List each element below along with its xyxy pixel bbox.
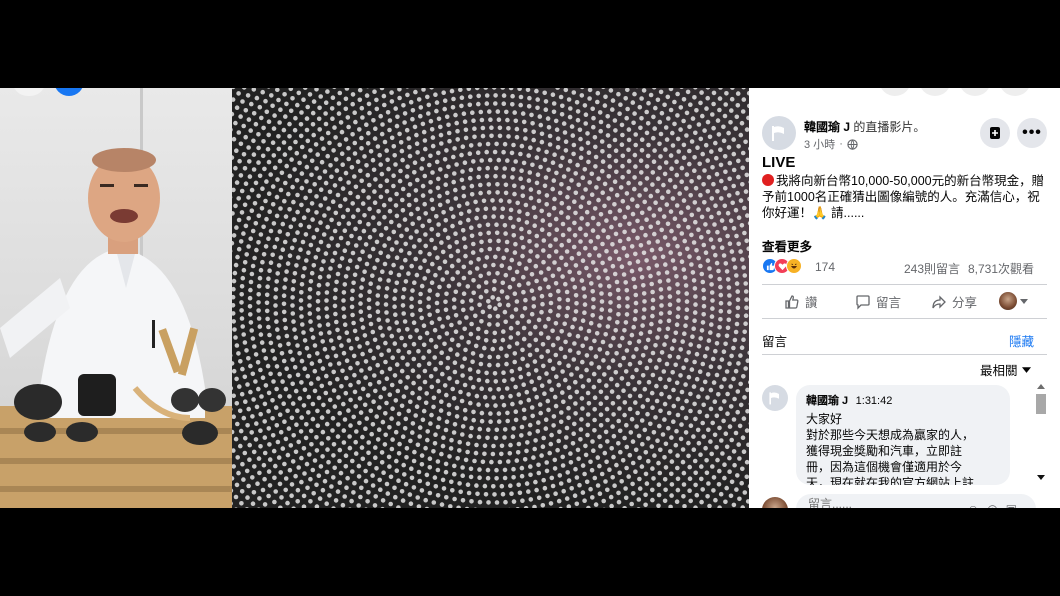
caret-down-icon <box>1021 367 1031 373</box>
reaction-icons[interactable] <box>762 258 802 274</box>
comments-label: 留言 <box>762 335 788 349</box>
comments-scrollbar[interactable] <box>1035 384 1047 480</box>
flag-icon <box>769 392 779 405</box>
comment-button[interactable]: 留言 <box>855 292 901 311</box>
like-label: 讚 <box>805 296 818 310</box>
globe-icon <box>847 138 858 150</box>
like-button[interactable]: 讚 <box>784 292 818 311</box>
author-avatar[interactable] <box>762 116 796 150</box>
webcam-feed <box>0 88 232 508</box>
letterbox-bottom <box>0 508 1060 596</box>
live-label: LIVE <box>762 154 796 171</box>
more-options-button[interactable]: ••• <box>1017 118 1047 148</box>
comment-bubble: 韓國瑜 J 1:31:42 大家好 對於那些今天想成為贏家的人， 獲得現金獎勵和… <box>796 385 1010 485</box>
post-body-text: 我將向新台幣10,000-50,000元的新台幣現金，贈予前1000名正確猜出圖… <box>762 174 1045 220</box>
post-meta: 3 小時 · <box>804 136 858 152</box>
post-time[interactable]: 3 小時 <box>804 136 835 152</box>
caret-down-icon <box>1020 299 1028 304</box>
composer-avatar <box>762 497 788 508</box>
comment-text: 大家好 對於那些今天想成為贏家的人， 獲得現金獎勵和汽車，立即註 冊，因為這個機… <box>806 412 975 485</box>
more-icon: ••• <box>1022 124 1042 141</box>
comments-divider <box>762 354 1047 355</box>
comment-time[interactable]: 1:31:42 <box>856 395 893 407</box>
react-as-selector[interactable] <box>999 292 1028 310</box>
flag-icon <box>772 126 784 141</box>
scroll-down-arrow[interactable] <box>1037 475 1045 480</box>
reaction-count[interactable]: 174 <box>815 260 835 274</box>
see-more-link[interactable]: 查看更多 <box>762 236 812 255</box>
speech-bubble-icon <box>856 294 870 310</box>
share-label: 分享 <box>952 296 978 310</box>
post-author-line: 韓國瑜 J 的直播影片。 <box>804 118 925 135</box>
save-button[interactable] <box>980 118 1010 148</box>
post-stats: 174 243則留言 8,731次觀看 <box>762 258 1052 276</box>
comment-label: 留言 <box>876 296 902 310</box>
comment-composer: ☺ ◎ ▣ <box>762 494 1052 508</box>
post-panel: 韓國瑜 J 的直播影片。 3 小時 · ••• LIVE 我將向新台幣10,00… <box>749 88 1060 508</box>
sort-comments-dropdown[interactable]: 最相關 <box>980 360 1031 379</box>
sort-label: 最相關 <box>980 364 1018 378</box>
post-header: 韓國瑜 J 的直播影片。 3 小時 · ••• <box>762 116 1052 156</box>
scroll-thumb[interactable] <box>1036 394 1046 414</box>
view-count: 8,731次觀看 <box>968 262 1035 276</box>
share-arrow-icon <box>932 294 946 309</box>
post-body: 我將向新台幣10,000-50,000元的新台幣現金，贈予前1000名正確猜出圖… <box>762 173 1052 221</box>
hide-comments-link[interactable]: 隱藏 <box>1009 331 1034 350</box>
author-suffix: 的直播影片。 <box>853 120 926 134</box>
presenter-scene <box>0 148 232 508</box>
comment-count[interactable]: 243則留言 <box>904 260 960 277</box>
share-button[interactable]: 分享 <box>931 292 977 311</box>
scroll-up-arrow[interactable] <box>1037 384 1045 389</box>
panel-top-controls <box>879 88 1031 96</box>
red-circle-icon <box>762 174 774 186</box>
commenter-avatar[interactable] <box>762 385 788 411</box>
author-name[interactable]: 韓國瑜 J <box>804 120 850 134</box>
haha-reaction-icon <box>786 258 802 274</box>
live-video[interactable] <box>0 88 749 508</box>
commenter-name[interactable]: 韓國瑜 J <box>806 395 848 407</box>
user-avatar <box>999 292 1017 310</box>
thumbs-up-icon <box>785 294 799 309</box>
bookmark-plus-icon <box>990 127 1000 139</box>
action-bar: 讚 留言 分享 <box>762 288 1047 316</box>
actions-divider <box>762 318 1047 319</box>
dot-pattern-image <box>232 88 749 508</box>
stats-divider <box>762 284 1047 285</box>
